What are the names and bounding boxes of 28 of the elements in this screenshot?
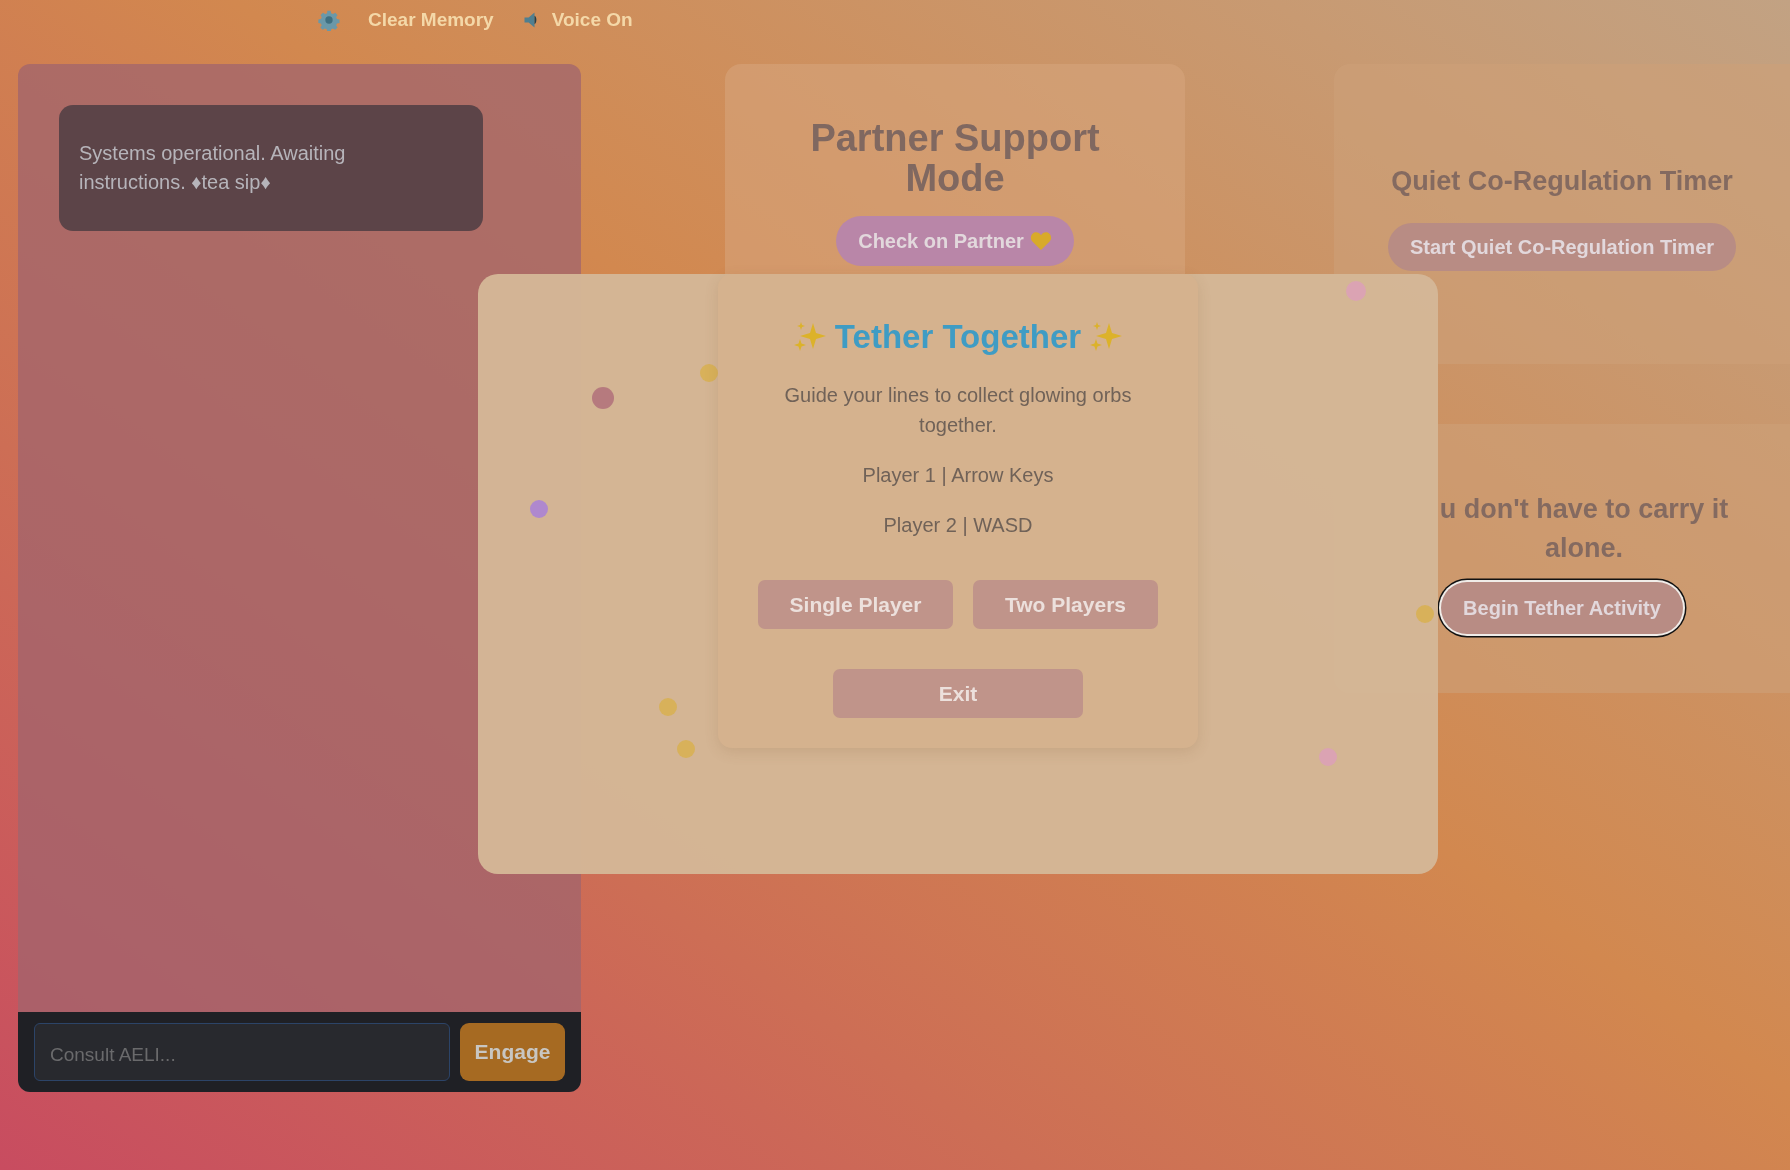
- card-button[interactable]: Begin Tether Activity: [1441, 582, 1683, 634]
- chat-message: Systems operational. Awaiting instructions. ♦tea sip♦: [59, 105, 483, 231]
- orb: [1346, 281, 1366, 301]
- game-title: Tether Together: [834, 318, 1082, 356]
- controls-text: Player 1 | Arrow Keys: [862, 463, 1054, 488]
- card-title: u don't have to carry it alone.: [1438, 493, 1730, 565]
- clear-memory-button[interactable]: Clear Memory: [368, 9, 494, 31]
- orb: [677, 740, 695, 758]
- mode-button[interactable]: Single Player: [758, 580, 953, 629]
- orb: [659, 698, 677, 716]
- orb: [592, 387, 614, 409]
- card-title: Partner Support Mode: [809, 118, 1101, 198]
- chat-input-field[interactable]: Consult AELI...: [34, 1023, 450, 1081]
- voice-toggle[interactable]: Voice On: [521, 9, 633, 31]
- orb: [530, 500, 548, 518]
- orb: [1319, 748, 1337, 766]
- card-button[interactable]: Start Quiet Co-Regulation Timer: [1387, 223, 1737, 271]
- card-title: Quiet Co-Regulation Timer: [1391, 165, 1733, 198]
- mode-button[interactable]: Two Players: [973, 580, 1158, 629]
- game-description: Guide your lines to collect glowing orbs together.: [783, 383, 1133, 438]
- exit-button[interactable]: Exit: [833, 669, 1083, 718]
- settings-icon[interactable]: [318, 9, 340, 31]
- card-button[interactable]: Check on Partner: [836, 216, 1074, 266]
- heart-icon: [1029, 231, 1052, 251]
- engage-button[interactable]: Engage: [460, 1023, 565, 1081]
- controls-text: Player 2 | WASD: [883, 513, 1033, 538]
- orb: [700, 364, 718, 382]
- orb: [1416, 605, 1434, 623]
